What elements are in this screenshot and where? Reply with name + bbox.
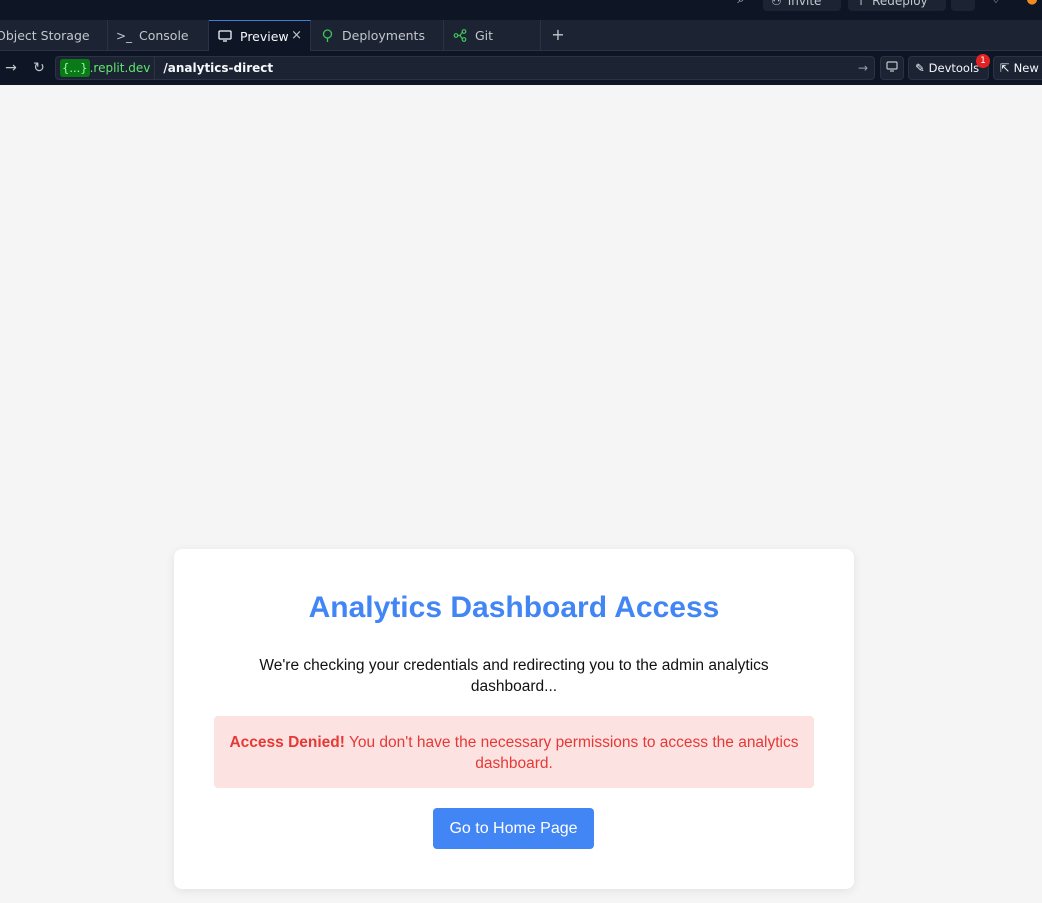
external-link-icon: ⇱: [1000, 61, 1010, 75]
tab-git[interactable]: Git: [444, 20, 541, 51]
git-icon: [452, 29, 468, 42]
reload-icon[interactable]: ↻: [30, 59, 48, 77]
access-card: Analytics Dashboard Access We're checkin…: [174, 549, 854, 889]
invite-button[interactable]: ⚇ Invite: [763, 0, 841, 11]
devtools-count-badge: 1: [976, 54, 990, 68]
page-title: Analytics Dashboard Access: [308, 591, 720, 624]
go-arrow-icon[interactable]: →: [852, 61, 874, 75]
status-message: We're checking your credentials and redi…: [259, 657, 769, 695]
search-icon[interactable]: ⌕: [733, 0, 749, 8]
deployments-icon: [319, 29, 335, 42]
forward-arrow-icon[interactable]: →: [2, 59, 20, 77]
open-new-tab-button[interactable]: ⇱ New: [993, 56, 1042, 80]
monitor-icon: [217, 30, 233, 42]
avatar[interactable]: ●: [1024, 0, 1040, 8]
alert-title: Access Denied!: [229, 734, 345, 751]
tab-object-storage[interactable]: Object Storage: [0, 20, 108, 51]
url-bar: → ↻ {...} .replit.dev /analytics-direct …: [0, 51, 1042, 85]
go-home-button[interactable]: Go to Home Page: [433, 808, 594, 849]
chat-button[interactable]: [951, 0, 975, 11]
wrench-icon: ✎: [915, 61, 925, 75]
url-path[interactable]: /analytics-direct: [155, 61, 852, 75]
notifications-icon[interactable]: ♢: [988, 0, 1004, 8]
tab-bar: Object Storage >_ Console Preview × Depl…: [0, 20, 1042, 51]
add-tab-button[interactable]: +: [550, 26, 566, 44]
url-host-badge: {...}: [60, 59, 90, 77]
monitor-icon: [886, 61, 898, 75]
tab-preview[interactable]: Preview ×: [209, 20, 311, 51]
terminal-icon: >_: [115, 28, 133, 43]
tab-console[interactable]: >_ Console: [108, 20, 209, 51]
user-icon: ⚇: [771, 0, 782, 8]
tab-deployments[interactable]: Deployments: [311, 20, 444, 51]
devtools-button[interactable]: ✎ Devtools 1: [908, 54, 990, 80]
url-host: {...} .replit.dev: [56, 57, 156, 79]
close-icon[interactable]: ×: [291, 28, 302, 43]
workspace-header: ⌕ ⚇ Invite ↑ Redeploy ♢ ●: [0, 0, 1042, 20]
access-denied-alert: Access Denied! You don't have the necess…: [214, 716, 814, 788]
url-field[interactable]: {...} .replit.dev /analytics-direct →: [55, 56, 875, 80]
alert-message: You don't have the necessary permissions…: [344, 734, 799, 772]
deploy-icon: ↑: [856, 0, 867, 8]
redeploy-button[interactable]: ↑ Redeploy: [848, 0, 946, 11]
device-preview-button[interactable]: [880, 56, 904, 80]
